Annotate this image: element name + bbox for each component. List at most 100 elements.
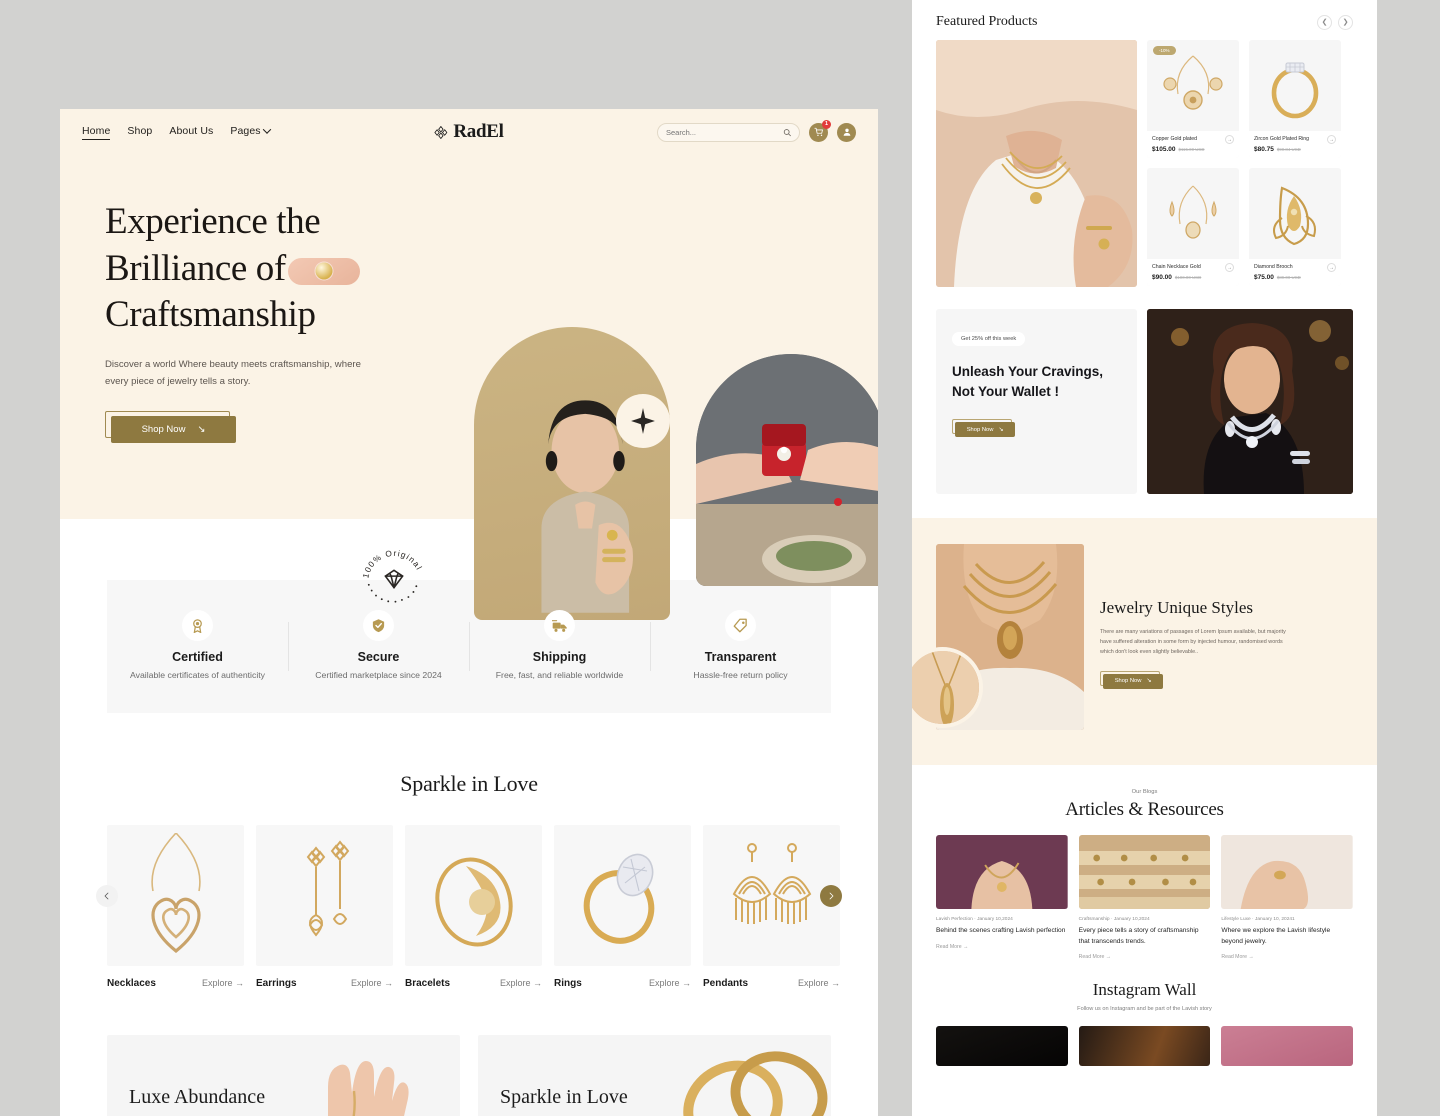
- instagram-tile-2[interactable]: [1078, 1026, 1211, 1067]
- nav-item-home[interactable]: Home: [82, 124, 111, 140]
- banner-sparkle-in-love[interactable]: Sparkle in Love: [478, 1035, 831, 1116]
- feature-transparent: Transparent Hassle-free return policy: [650, 610, 831, 682]
- model-wearing-gold-jewelry-illustration: [936, 40, 1137, 287]
- product-old-price: $90.84 USD: [1276, 147, 1301, 152]
- category-explore-link[interactable]: Explore →: [649, 978, 691, 988]
- blogs-kicker: Our Blogs: [1131, 789, 1158, 795]
- blog-title: Behind the scenes crafting Lavish perfec…: [936, 927, 1066, 934]
- category-image: [107, 825, 244, 966]
- search-icon: [783, 128, 791, 136]
- unique-styles-text: Jewelry Unique Styles There are many var…: [1100, 597, 1295, 689]
- category-explore-link[interactable]: Explore →: [798, 978, 840, 988]
- cart-count-badge: 1: [822, 119, 831, 129]
- nav-item-about-us[interactable]: About Us: [169, 125, 213, 139]
- product-prices: $75.00 $89.00 USD: [1254, 274, 1336, 281]
- product-card-chain-necklace-gold[interactable]: Chain Necklace Gold → $90.00 $100.00 USD: [1147, 168, 1239, 286]
- blog-read-more-link[interactable]: Read More →: [936, 944, 1068, 950]
- featured-next-button[interactable]: ❯: [1338, 14, 1353, 30]
- category-image: [554, 825, 691, 966]
- product-image: [1249, 168, 1341, 259]
- carousel-prev-button[interactable]: [96, 885, 118, 907]
- nav-label: About Us: [169, 125, 214, 137]
- unique-styles-section: Jewelry Unique Styles There are many var…: [912, 518, 1377, 765]
- pendant-earring-set-illustration: [1163, 55, 1223, 110]
- search-box[interactable]: [657, 122, 800, 142]
- instagram-title: Instagram Wall: [1092, 980, 1197, 1000]
- promo-image: [1147, 309, 1353, 494]
- arrow-down-right-icon: ↘: [998, 426, 1004, 433]
- category-meta: Necklaces Explore →: [107, 978, 244, 989]
- necklace-on-woman-illustration: [936, 835, 1068, 909]
- blog-card-2[interactable]: Craftsmanship · January 10,2024 Every pi…: [1078, 835, 1211, 960]
- product-card-zircon-gold-plated-ring[interactable]: Zircon Gold Plated Ring → $80.75 $90.84 …: [1249, 40, 1341, 158]
- product-card-diamond-brooch[interactable]: Diamond Brooch → $75.00 $89.00 USD: [1249, 168, 1341, 286]
- product-go-button[interactable]: →: [1327, 135, 1336, 144]
- product-name-row: Copper Gold plated →: [1152, 135, 1234, 144]
- blog-card-3[interactable]: Lifestyle Luxe · January 10, 20241 Where…: [1221, 835, 1354, 960]
- hero-title-line-2: Brilliance of: [105, 247, 286, 289]
- blog-card-1[interactable]: Lavish Perfection · January 10,2024 Behi…: [936, 835, 1068, 960]
- brand-logo[interactable]: RadEl: [434, 121, 504, 143]
- price-tag-icon: [733, 618, 747, 633]
- hero-model-image: [474, 327, 670, 620]
- product-go-button[interactable]: →: [1327, 263, 1336, 272]
- banner-luxe-abundance[interactable]: Luxe Abundance: [107, 1035, 460, 1116]
- bangle-illustration: [434, 856, 513, 947]
- category-explore-link[interactable]: Explore →: [500, 978, 542, 988]
- category-card-bracelets[interactable]: Bracelets Explore →: [405, 825, 542, 989]
- unique-styles-shop-now-button[interactable]: Shop Now ↘: [1103, 673, 1163, 689]
- unique-styles-title: Jewelry Unique Styles: [1100, 597, 1253, 617]
- category-meta: Earrings Explore →: [256, 978, 393, 989]
- category-explore-link[interactable]: Explore →: [202, 978, 244, 988]
- product-old-price: $115.00 USD: [1178, 147, 1205, 152]
- hero-ring-proposal-image: [696, 354, 878, 586]
- product-go-button[interactable]: →: [1225, 263, 1234, 272]
- feature-description: Hassle-free return policy: [693, 670, 788, 681]
- nav-item-shop[interactable]: Shop: [127, 125, 152, 139]
- star-burst-icon: [631, 408, 655, 434]
- necklace-inline-image: [287, 257, 360, 285]
- featured-prev-button[interactable]: ❮: [1317, 14, 1332, 30]
- primary-navigation: Home Shop About Us Pages: [82, 124, 271, 140]
- delivery-truck-icon: [551, 619, 567, 632]
- category-card-pendants[interactable]: Pendants Explore →: [703, 825, 840, 989]
- blog-read-more-link[interactable]: Read More →: [1221, 954, 1353, 960]
- hero-shop-now-button[interactable]: Shop Now ↘: [111, 416, 236, 444]
- product-go-button[interactable]: →: [1225, 135, 1234, 144]
- blog-meta: Lifestyle Luxe · January 10, 20241: [1221, 917, 1295, 922]
- nav-item-pages[interactable]: Pages: [230, 125, 271, 139]
- product-price: $80.75: [1254, 146, 1274, 153]
- category-explore-link[interactable]: Explore →: [351, 978, 393, 988]
- category-card-rings[interactable]: Rings Explore →: [554, 825, 691, 989]
- blog-category: Craftsmanship: [1078, 917, 1110, 922]
- product-card-copper-gold-plated[interactable]: -10% Copper Gold plated → $105.00 $115.0…: [1147, 40, 1239, 158]
- promo-shop-now-button[interactable]: Shop Now ↘: [955, 422, 1015, 438]
- blog-read-more-link[interactable]: Read More →: [1079, 954, 1211, 960]
- instagram-tile-3[interactable]: [1221, 1026, 1354, 1067]
- award-ribbon-icon: [193, 619, 202, 634]
- featured-hero-image[interactable]: [936, 40, 1137, 287]
- account-button[interactable]: [837, 122, 856, 142]
- header-actions: 1: [657, 119, 856, 142]
- product-image: [1249, 40, 1341, 131]
- blog-title: Every piece tells a story of craftsmansh…: [1078, 927, 1199, 945]
- nav-label: Home: [82, 124, 111, 137]
- tag-icon: [725, 610, 756, 642]
- search-input[interactable]: [666, 127, 783, 137]
- carousel-next-button[interactable]: [820, 885, 842, 907]
- product-info: Zircon Gold Plated Ring → $80.75 $90.84 …: [1249, 131, 1341, 158]
- promo-offer-tag: Get 25% off this week: [952, 332, 1026, 346]
- chevron-down-icon: [262, 125, 271, 134]
- instagram-tile-1[interactable]: [936, 1026, 1068, 1067]
- blogs-section: Our Blogs Articles & Resources Lavish Pe…: [912, 765, 1377, 960]
- category-card-necklaces[interactable]: Necklaces Explore →: [107, 825, 244, 989]
- heart-pendant-illustration: [150, 833, 201, 954]
- certificate-icon: [182, 610, 213, 642]
- blog-meta: Lavish Perfection · January 10,2024: [936, 917, 1013, 922]
- category-card-earrings[interactable]: Earrings Explore →: [256, 825, 393, 989]
- product-info: Diamond Brooch → $75.00 $89.00 USD: [1249, 259, 1341, 286]
- category-name: Earrings: [256, 978, 297, 989]
- cart-button[interactable]: 1: [809, 119, 831, 142]
- hand-with-chain-illustration: [328, 1061, 409, 1116]
- product-name: Chain Necklace Gold: [1152, 264, 1201, 271]
